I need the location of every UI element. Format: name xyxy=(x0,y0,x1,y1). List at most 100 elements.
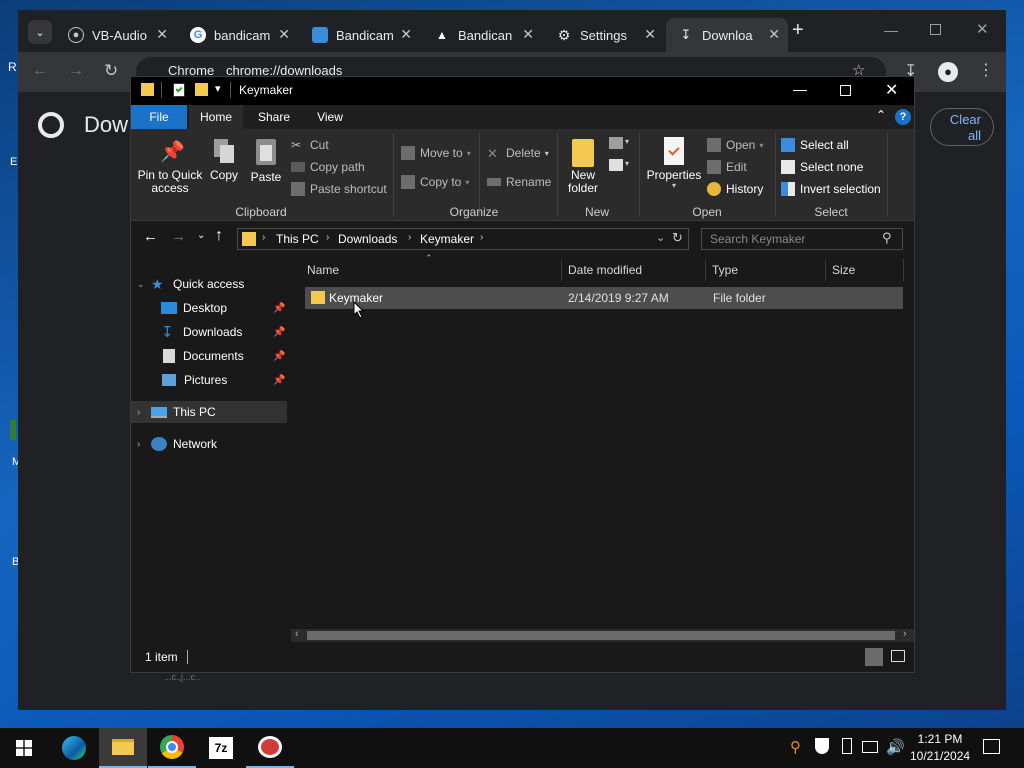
address-bar[interactable]: › This PC › Downloads › Keymaker › ⌄ ↻ xyxy=(237,228,689,250)
taskbar-edge[interactable] xyxy=(50,728,98,768)
close-icon[interactable]: ✕ xyxy=(768,26,780,43)
search-input[interactable]: Search Keymaker xyxy=(710,232,805,246)
close-icon[interactable]: ✕ xyxy=(522,26,534,43)
column-header-date[interactable]: Date modified xyxy=(562,257,704,283)
tab-view[interactable]: View xyxy=(305,105,355,129)
nav-network[interactable]: › Network xyxy=(137,433,217,455)
network-icon[interactable] xyxy=(862,741,878,753)
clear-all-button[interactable]: Clear all xyxy=(930,108,994,146)
nav-this-pc[interactable]: › This PC xyxy=(131,401,287,423)
forward-button[interactable]: → xyxy=(68,62,84,80)
delete-button[interactable]: ✕ Delete ▾ xyxy=(487,143,549,163)
maximize-button[interactable] xyxy=(930,24,941,35)
taskbar-file-explorer[interactable] xyxy=(99,728,147,768)
horizontal-scrollbar[interactable]: ‹ › xyxy=(291,628,914,642)
table-row[interactable]: Keymaker 2/14/2019 9:27 AM File folder xyxy=(305,287,903,309)
copy-path-button[interactable]: Copy path xyxy=(291,157,365,177)
breadcrumb-this-pc[interactable]: This PC xyxy=(276,232,319,246)
paste-shortcut-button[interactable]: Paste shortcut xyxy=(291,179,387,199)
close-button[interactable]: ✕ xyxy=(885,80,898,100)
minimize-button[interactable]: — xyxy=(793,81,807,97)
close-icon[interactable]: ✕ xyxy=(644,26,656,43)
pin-quick-access-button[interactable]: 📌 Pin to Quick access xyxy=(137,139,203,195)
recent-locations-button[interactable]: ⌄ xyxy=(197,230,205,241)
maximize-button[interactable] xyxy=(840,85,851,96)
details-view-icon[interactable] xyxy=(865,648,883,666)
nav-quick-access[interactable]: ⌄ ★ Quick access xyxy=(137,273,244,295)
help-icon[interactable]: ? xyxy=(895,109,911,125)
search-box[interactable]: Search Keymaker ⚲ xyxy=(701,228,903,250)
edit-button[interactable]: Edit xyxy=(707,157,747,177)
profile-icon[interactable]: ● xyxy=(938,62,958,82)
copy-button[interactable]: Copy xyxy=(207,139,241,182)
forward-button[interactable]: → xyxy=(171,228,186,245)
tab-vb-audio[interactable]: ● VB-Audio ✕ xyxy=(56,18,176,52)
minimize-button[interactable]: — xyxy=(884,22,898,38)
reload-button[interactable]: ↻ xyxy=(104,61,118,81)
volume-icon[interactable]: 🔊 xyxy=(886,738,905,756)
clock[interactable]: 1:21 PM 10/21/2024 xyxy=(910,731,970,765)
open-button[interactable]: Open ▾ xyxy=(707,135,763,155)
breadcrumb-downloads[interactable]: Downloads xyxy=(338,232,397,246)
close-icon[interactable]: ✕ xyxy=(156,26,168,43)
nav-documents[interactable]: Documents 📌 xyxy=(161,345,287,367)
start-button[interactable] xyxy=(0,728,48,768)
nav-pictures[interactable]: Pictures 📌 xyxy=(161,369,287,391)
select-all-button[interactable]: Select all xyxy=(781,135,849,155)
nav-desktop[interactable]: Desktop 📌 xyxy=(161,297,287,319)
new-item-icon[interactable] xyxy=(609,137,623,149)
tab-bandicam-site[interactable]: Bandicam ✕ xyxy=(300,18,420,52)
column-separator[interactable] xyxy=(903,259,904,281)
select-none-button[interactable]: Select none xyxy=(781,157,863,177)
easy-access-icon[interactable] xyxy=(609,159,623,171)
notifications-icon[interactable] xyxy=(983,739,1000,754)
back-button[interactable]: ← xyxy=(32,62,48,80)
close-icon[interactable]: ✕ xyxy=(400,26,412,43)
tab-bandicam[interactable]: ▲ Bandican ✕ xyxy=(422,18,542,52)
close-icon[interactable]: ✕ xyxy=(278,26,290,43)
tab-file[interactable]: File xyxy=(131,105,187,129)
menu-icon[interactable]: ⋮ xyxy=(978,60,994,80)
rename-button[interactable]: Rename xyxy=(487,172,551,192)
search-icon[interactable]: ⚲ xyxy=(790,738,801,756)
scroll-left-icon[interactable]: ‹ xyxy=(295,628,299,640)
nav-downloads[interactable]: ↧ Downloads 📌 xyxy=(161,321,287,343)
security-shield-icon[interactable] xyxy=(815,738,829,754)
column-header-type[interactable]: Type xyxy=(706,257,824,283)
properties-button[interactable]: Properties ▾ xyxy=(645,137,703,190)
taskbar-bandicam[interactable] xyxy=(246,728,294,768)
collapse-ribbon-icon[interactable]: ⌃ xyxy=(876,108,886,122)
invert-selection-button[interactable]: Invert selection xyxy=(781,179,881,199)
tab-downloads[interactable]: ↧ Downloa ✕ xyxy=(666,18,788,52)
tab-home[interactable]: Home xyxy=(189,105,243,129)
up-button[interactable]: ↑ xyxy=(215,227,223,245)
large-icons-view-icon[interactable] xyxy=(891,650,905,662)
breadcrumb-keymaker[interactable]: Keymaker xyxy=(420,232,474,246)
usb-device-icon[interactable] xyxy=(842,738,852,754)
new-folder-quick-icon[interactable] xyxy=(195,83,208,96)
history-button[interactable]: History xyxy=(707,179,763,199)
copy-to-button[interactable]: Copy to ▾ xyxy=(401,172,469,192)
column-header-name[interactable]: Name xyxy=(301,257,559,283)
tab-settings[interactable]: ⚙ Settings ✕ xyxy=(544,18,664,52)
tab-bandicam-search[interactable]: G bandicam ✕ xyxy=(178,18,298,52)
new-folder-button[interactable]: New folder xyxy=(561,139,605,195)
column-header-size[interactable]: Size xyxy=(826,257,902,283)
move-to-button[interactable]: Move to ▾ xyxy=(401,143,471,163)
search-icon[interactable]: ⚲ xyxy=(882,230,892,246)
taskbar-chrome[interactable] xyxy=(148,728,196,768)
customize-toolbar-icon[interactable]: ▾ xyxy=(215,82,221,95)
tab-search-button[interactable]: ⌄ xyxy=(28,20,52,44)
chevron-down-icon[interactable]: ⌄ xyxy=(656,231,665,244)
properties-quick-icon[interactable] xyxy=(173,83,185,97)
new-tab-button[interactable]: + xyxy=(792,20,804,40)
scrollbar-thumb[interactable] xyxy=(307,631,895,640)
taskbar-7zip[interactable]: 7z xyxy=(197,728,245,768)
scroll-right-icon[interactable]: › xyxy=(903,628,907,640)
paste-button[interactable]: Paste xyxy=(247,139,285,184)
cut-button[interactable]: ✂ Cut xyxy=(291,135,329,155)
refresh-icon[interactable]: ↻ xyxy=(672,230,683,246)
close-button[interactable]: ✕ xyxy=(976,20,989,38)
tab-share[interactable]: Share xyxy=(249,105,299,129)
back-button[interactable]: ← xyxy=(143,228,158,245)
